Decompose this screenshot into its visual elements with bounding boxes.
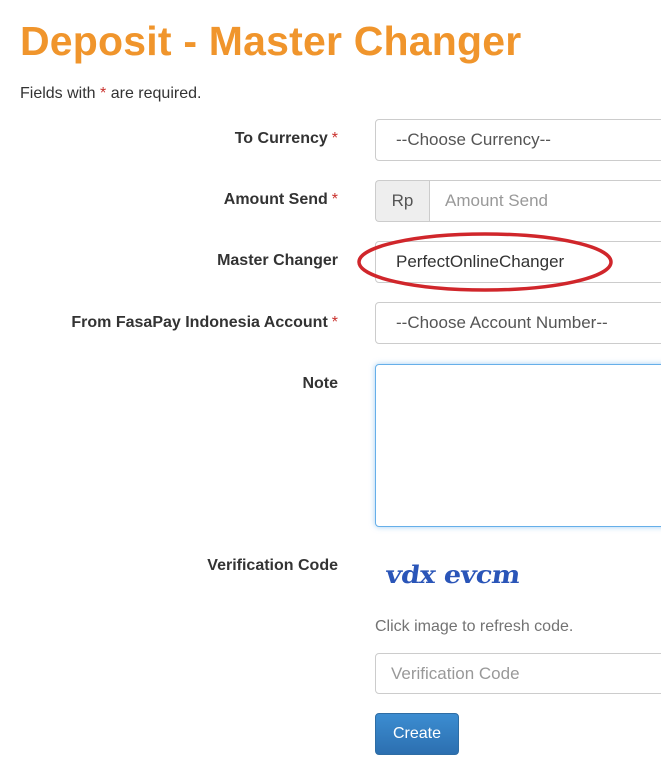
currency-addon: Rp <box>375 180 429 222</box>
amount-send-label-text: Amount Send <box>223 191 328 208</box>
required-note-suffix: are required. <box>110 85 202 102</box>
to-currency-label: To Currency * <box>235 130 338 148</box>
required-note-prefix: Fields with <box>20 85 96 102</box>
captcha-image[interactable]: vdx evcm <box>384 562 522 590</box>
page-title: Deposit - Master Changer <box>20 18 522 64</box>
amount-send-group: Rp <box>375 180 661 222</box>
create-button[interactable]: Create <box>375 713 459 755</box>
from-account-selected-value: --Choose Account Number-- <box>396 313 608 332</box>
from-account-select[interactable]: --Choose Account Number-- <box>375 302 661 344</box>
note-textarea[interactable] <box>375 364 661 527</box>
required-star: * <box>100 85 107 102</box>
verification-code-label-text: Verification Code <box>207 557 338 574</box>
verification-code-label: Verification Code <box>207 557 338 575</box>
required-fields-note: Fields with * are required. <box>20 85 201 103</box>
to-currency-selected-value: --Choose Currency-- <box>396 130 551 149</box>
note-label: Note <box>302 375 338 393</box>
master-changer-field: PerfectOnlineChanger <box>375 241 661 283</box>
note-label-text: Note <box>302 375 338 392</box>
required-star: * <box>331 191 338 208</box>
master-changer-label: Master Changer <box>217 252 338 270</box>
deposit-page: Deposit - Master Changer Fields with * a… <box>0 0 661 778</box>
to-currency-select[interactable]: --Choose Currency-- <box>375 119 661 161</box>
required-star: * <box>331 314 338 331</box>
amount-send-label: Amount Send * <box>224 191 338 209</box>
from-account-label: From FasaPay Indonesia Account * <box>71 314 338 332</box>
master-changer-value: PerfectOnlineChanger <box>396 252 565 271</box>
captcha-refresh-hint: Click image to refresh code. <box>375 618 574 635</box>
verification-code-input[interactable] <box>375 653 661 694</box>
master-changer-label-text: Master Changer <box>217 252 338 269</box>
from-account-label-text: From FasaPay Indonesia Account <box>71 314 328 331</box>
required-star: * <box>331 130 338 147</box>
to-currency-label-text: To Currency <box>234 130 328 147</box>
amount-send-input[interactable] <box>429 180 661 222</box>
